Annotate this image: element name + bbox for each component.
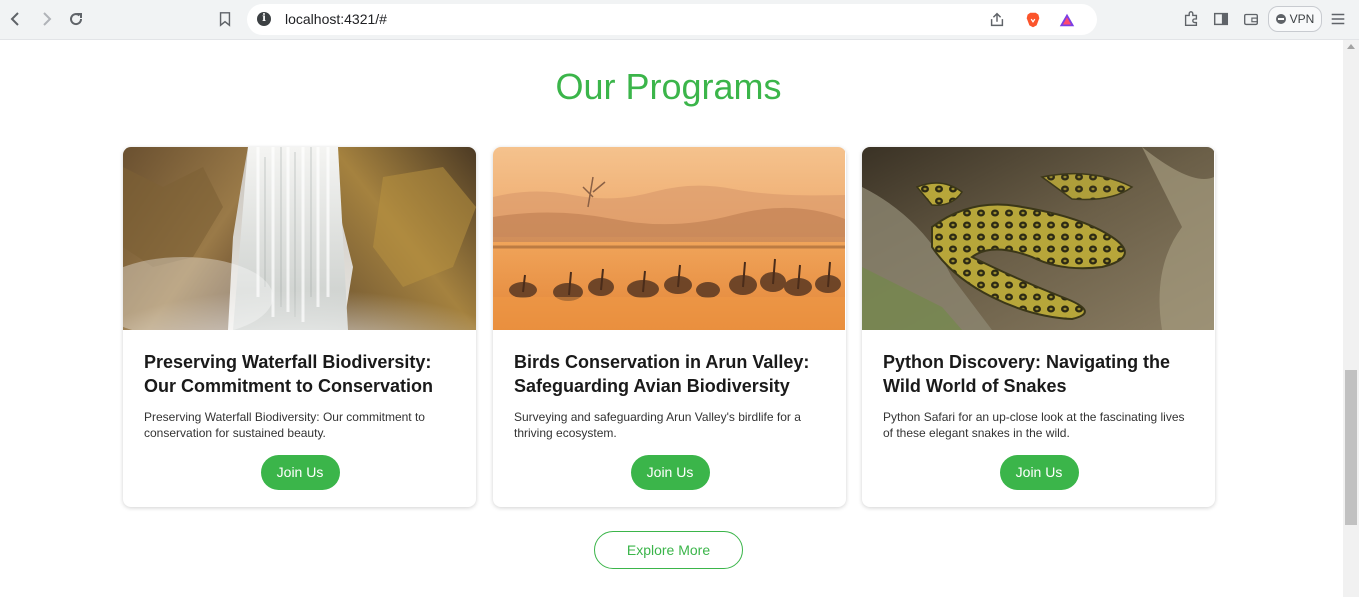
join-us-button[interactable]: Join Us [630,455,710,490]
explore-more-button[interactable]: Explore More [594,531,743,569]
program-card: Preserving Waterfall Biodiversity: Our C… [123,147,476,507]
card-description: Surveying and safeguarding Arun Valley's… [514,410,801,440]
bookmark-button[interactable] [214,8,236,30]
hamburger-menu-icon [1331,13,1345,25]
scrollbar-thumb[interactable] [1345,370,1357,525]
python-snake-image [862,147,1215,330]
card-description: Preserving Waterfall Biodiversity: Our c… [144,410,425,440]
brave-rewards-button[interactable] [1057,10,1077,30]
reload-button[interactable] [65,8,87,30]
vpn-button[interactable]: VPN [1268,6,1322,32]
page-scrollbar[interactable] [1343,40,1359,597]
programs-section: Our Programs Preserving Waterfall Biodiv… [0,40,1343,597]
forward-button[interactable] [35,8,57,30]
wallet-icon [1244,13,1258,26]
brave-lion-icon [1026,12,1040,28]
vpn-status-icon [1275,14,1286,24]
card-title: Preserving Waterfall Biodiversity: Our C… [144,352,434,396]
browser-toolbar: i localhost:4321/# VPN [0,0,1359,40]
site-info-icon[interactable]: i [257,12,271,26]
program-card: Birds Conservation in Arun Valley: Safeg… [493,147,846,507]
join-us-button[interactable]: Join Us [260,455,340,490]
card-title: Python Discovery: Navigating the Wild Wo… [883,352,1171,396]
card-title: Birds Conservation in Arun Valley: Safeg… [514,352,810,396]
wallet-button[interactable] [1240,8,1262,30]
waterfall-image [123,147,476,330]
join-us-button[interactable]: Join Us [999,455,1079,490]
extensions-button[interactable] [1180,8,1202,30]
scroll-up-arrow-icon[interactable] [1347,44,1355,49]
pelicans-image [493,147,846,330]
sidebar-icon [1213,12,1229,26]
puzzle-icon [1184,11,1198,26]
share-button[interactable] [987,10,1007,30]
card-description: Python Safari for an up-close look at th… [883,410,1185,440]
rewards-triangle-icon [1059,13,1075,27]
section-title: Our Programs [555,66,782,107]
back-button[interactable] [5,8,27,30]
reload-icon [70,13,83,26]
address-bar[interactable]: i localhost:4321/# [247,4,1097,35]
menu-button[interactable] [1327,8,1349,30]
brave-shield-button[interactable] [1023,10,1043,30]
bookmark-icon [219,12,231,27]
vpn-label: VPN [1289,12,1315,26]
share-icon [990,12,1004,27]
url-text[interactable]: localhost:4321/# [285,11,387,27]
sidebar-button[interactable] [1210,8,1232,30]
forward-arrow-icon [43,12,52,26]
program-card: Python Discovery: Navigating the Wild Wo… [862,147,1215,507]
back-arrow-icon [10,12,19,26]
